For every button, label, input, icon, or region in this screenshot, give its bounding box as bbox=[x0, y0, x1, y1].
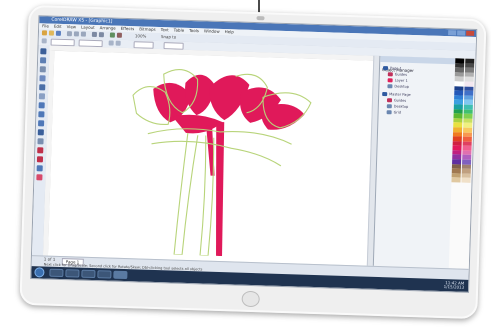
zoom-level[interactable]: 100% bbox=[135, 33, 147, 39]
ellipse-tool-icon[interactable] bbox=[38, 111, 45, 118]
flower-artwork[interactable] bbox=[108, 53, 334, 260]
layer-color-swatch bbox=[382, 65, 389, 70]
layer-row[interactable]: Desktop bbox=[386, 103, 409, 109]
open-icon[interactable] bbox=[48, 30, 55, 36]
taskbar-ie-icon[interactable] bbox=[49, 268, 64, 278]
fill-tool-icon[interactable] bbox=[36, 174, 43, 181]
taskbar-coreldraw-icon[interactable] bbox=[113, 270, 128, 280]
layer-label: Guides bbox=[394, 71, 408, 77]
paste-icon[interactable] bbox=[80, 31, 87, 37]
import-icon[interactable] bbox=[109, 32, 115, 38]
tray-clock[interactable]: 11:42 AM 1/15/2013 bbox=[443, 280, 465, 290]
outline-tool-icon[interactable] bbox=[36, 165, 43, 172]
outline-stem-1 bbox=[173, 132, 199, 256]
crop-tool-icon[interactable] bbox=[39, 66, 46, 73]
tablet-home-button[interactable] bbox=[241, 290, 260, 308]
tablet-screen: CorelDRAW X5 - [Graphic1] File Edit View… bbox=[30, 15, 478, 293]
freehand-tool-icon[interactable] bbox=[39, 84, 46, 91]
layer-color-swatch bbox=[386, 103, 392, 108]
petals bbox=[153, 74, 305, 257]
layer-label: Desktop bbox=[393, 103, 409, 109]
window-controls bbox=[448, 30, 475, 36]
export-icon[interactable] bbox=[116, 32, 122, 38]
swatch[interactable] bbox=[451, 177, 461, 183]
clock-date: 1/15/2013 bbox=[443, 284, 465, 290]
layer-color-swatch bbox=[386, 109, 392, 114]
rectangle-tool-icon[interactable] bbox=[38, 102, 45, 109]
layer-row[interactable]: Guides bbox=[387, 71, 408, 77]
layer-row[interactable]: Guides bbox=[386, 97, 407, 103]
drawing-canvas[interactable] bbox=[47, 50, 374, 266]
layer-color-swatch bbox=[387, 71, 393, 76]
layer-row[interactable]: Grid bbox=[386, 109, 402, 115]
text-tool-icon[interactable] bbox=[37, 129, 44, 136]
pick-tool-icon[interactable] bbox=[40, 48, 47, 55]
layer-label: Master Page bbox=[389, 91, 411, 97]
tablet-device: CorelDRAW X5 - [Graphic1] File Edit View… bbox=[19, 4, 487, 320]
layer-color-swatch bbox=[387, 83, 393, 88]
eyedropper-tool-icon[interactable] bbox=[36, 156, 44, 163]
object-manager-docker: Object Manager Page 1 Guides Layer 1 Des… bbox=[372, 55, 457, 269]
layer-label: Guides bbox=[393, 97, 407, 103]
taskbar-explorer-icon[interactable] bbox=[65, 269, 80, 278]
layer-color-swatch bbox=[386, 97, 393, 102]
layer-row[interactable]: Page 1 bbox=[382, 65, 402, 71]
new-document-icon[interactable] bbox=[41, 30, 48, 36]
layer-label: Desktop bbox=[394, 83, 409, 89]
save-icon[interactable] bbox=[55, 30, 62, 36]
polygon-tool-icon[interactable] bbox=[38, 120, 45, 127]
layer-color-swatch bbox=[387, 77, 393, 82]
layer-label: Grid bbox=[393, 109, 402, 115]
portrait-icon[interactable] bbox=[108, 40, 114, 46]
taskbar-app-icon[interactable] bbox=[97, 270, 112, 279]
layer-row[interactable]: Desktop bbox=[387, 83, 409, 89]
docker-title-bar: Object Manager bbox=[380, 55, 457, 73]
shape-tool-icon[interactable] bbox=[39, 57, 47, 64]
layer-row[interactable]: Layer 1 bbox=[387, 77, 408, 83]
snap-to-dropdown[interactable]: Snap to bbox=[161, 34, 177, 40]
maximize-button[interactable] bbox=[457, 30, 466, 36]
zoom-tool-icon[interactable] bbox=[39, 75, 46, 82]
taskbar-media-icon[interactable] bbox=[81, 269, 96, 279]
landscape-icon[interactable] bbox=[115, 40, 121, 46]
camera-sensor bbox=[256, 16, 265, 21]
layer-color-swatch bbox=[382, 91, 388, 96]
table-tool-icon[interactable] bbox=[37, 138, 44, 145]
interactive-tool-icon[interactable] bbox=[37, 147, 44, 154]
minimize-button[interactable] bbox=[448, 30, 457, 36]
smart-fill-icon[interactable] bbox=[38, 93, 46, 100]
layer-label: Layer 1 bbox=[394, 77, 408, 83]
redo-icon[interactable] bbox=[98, 32, 105, 38]
close-button[interactable] bbox=[466, 30, 475, 36]
copy-icon[interactable] bbox=[73, 31, 80, 37]
start-button-icon[interactable] bbox=[34, 267, 45, 278]
undo-icon[interactable] bbox=[91, 31, 98, 38]
layer-label: Page 1 bbox=[389, 65, 402, 71]
cut-icon[interactable] bbox=[66, 31, 73, 37]
swatch[interactable] bbox=[461, 177, 471, 183]
page-size-icon[interactable] bbox=[41, 38, 47, 44]
stage: CorelDRAW X5 - [Graphic1] File Edit View… bbox=[0, 0, 491, 329]
layer-row[interactable]: Master Page bbox=[382, 91, 411, 97]
